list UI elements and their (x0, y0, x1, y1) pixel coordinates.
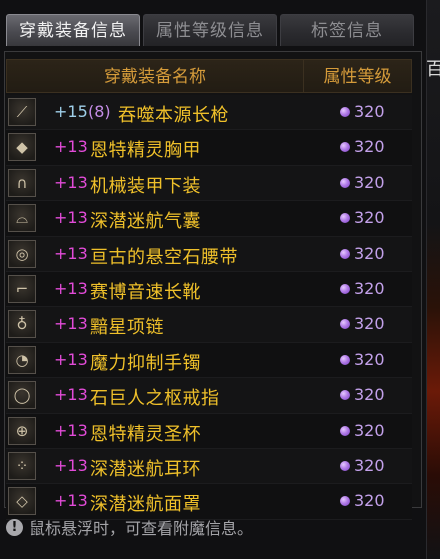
equipment-row[interactable]: ◎ +13 亘古的悬空石腰带 320 (6, 236, 412, 272)
equipment-row[interactable]: ◔ +13 魔力抑制手镯 320 (6, 342, 412, 379)
tab-bar: 穿戴装备信息 属性等级信息 标签信息 (6, 14, 414, 48)
item-name[interactable]: 机械装甲下装 (90, 172, 201, 198)
attribute-orb-icon (340, 319, 350, 330)
item-name[interactable]: 亘古的悬空石腰带 (90, 243, 238, 269)
sub-equipment-icon[interactable]: ⊕ (8, 416, 36, 445)
item-name[interactable]: 恩特精灵胸甲 (90, 136, 201, 162)
attribute-orb-icon (340, 425, 350, 436)
hint-footer: ! 鼠标悬浮时，可查看附魔信息。 (6, 514, 253, 540)
enchant-count: (8) (88, 102, 111, 121)
tab-attribute-level[interactable]: 属性等级信息 (143, 14, 277, 46)
attribute-orb-icon (340, 460, 350, 471)
info-icon: ! (6, 518, 23, 536)
attribute-orb-icon (340, 107, 350, 117)
attribute-orb-icon (340, 496, 350, 507)
enhance-level: +13 (54, 243, 88, 263)
attribute-orb-icon (340, 390, 350, 401)
equipment-row[interactable]: ⌓ +13 深潜迷航气囊 320 (6, 201, 412, 237)
equipment-row[interactable]: ⟋ +15 (8) 吞噬本源长枪 320 (6, 95, 412, 131)
item-name[interactable]: 深潜迷航面罩 (90, 490, 201, 516)
enhance-level: +13 (54, 385, 88, 405)
boots-icon[interactable]: ⌐ (8, 274, 36, 303)
attribute-level-value: 320 (354, 278, 385, 298)
enhance-level: +13 (54, 137, 88, 157)
enhance-level: +13 (54, 278, 88, 298)
item-name[interactable]: 恩特精灵圣杯 (90, 420, 201, 446)
ring-icon[interactable]: ◯ (8, 381, 36, 410)
attribute-orb-icon (340, 213, 350, 224)
column-header-level: 属性等级 (304, 59, 412, 93)
equipment-list: ⟋ +15 (8) 吞噬本源长枪 320 ◆ +13 恩特精灵胸甲 320 ∩ +13 机械装甲下装 3… (6, 95, 412, 520)
tab-worn-equipment[interactable]: 穿戴装备信息 (6, 14, 140, 46)
item-name[interactable]: 黯星项链 (90, 313, 164, 339)
item-name[interactable]: 魔力抑制手镯 (90, 349, 201, 375)
leg-armor-icon[interactable]: ∩ (8, 168, 36, 197)
attribute-orb-icon (340, 177, 350, 188)
enhance-level: +13 (54, 208, 88, 228)
attribute-level-value: 320 (354, 102, 385, 121)
attribute-level-value: 320 (354, 314, 385, 334)
enhance-level: +13 (54, 349, 88, 369)
enhance-level: +13 (54, 420, 88, 440)
equipment-row[interactable]: ⁘ +13 深潜迷航耳环 320 (6, 448, 412, 485)
earring-icon[interactable]: ⁘ (8, 451, 36, 480)
attribute-level-value: 320 (354, 420, 385, 440)
table-header: 穿戴装备名称 属性等级 (6, 59, 412, 93)
equipment-row[interactable]: ◆ +13 恩特精灵胸甲 320 (6, 130, 412, 166)
sword-icon[interactable]: ⟋ (8, 98, 36, 126)
attribute-level-value: 320 (354, 137, 385, 157)
equipment-row[interactable]: ◯ +13 石巨人之枢戒指 320 (6, 378, 412, 414)
item-name[interactable]: 深潜迷航气囊 (90, 207, 201, 233)
attribute-level-value: 320 (354, 243, 385, 263)
attribute-level-value: 320 (354, 349, 385, 369)
attribute-orb-icon (340, 248, 350, 259)
hint-text: 鼠标悬浮时，可查看附魔信息。 (29, 519, 254, 538)
chest-armor-icon[interactable]: ◆ (8, 133, 36, 162)
tab-tags[interactable]: 标签信息 (280, 14, 414, 46)
enhance-level: +13 (54, 314, 88, 334)
item-name[interactable]: 石巨人之枢戒指 (90, 384, 220, 410)
enhance-level: +15 (54, 102, 88, 121)
belt-icon[interactable]: ◎ (8, 239, 36, 268)
attribute-orb-icon (340, 354, 350, 365)
attribute-orb-icon (340, 142, 350, 153)
shoulder-icon[interactable]: ⌓ (8, 204, 36, 233)
equipment-info-panel: 穿戴装备信息 属性等级信息 标签信息 穿戴装备名称 属性等级 ⟋ +15 (8) 吞噬… (0, 0, 427, 559)
enhance-level: +13 (54, 172, 88, 192)
bracelet-icon[interactable]: ◔ (8, 345, 36, 374)
attribute-level-value: 320 (354, 172, 385, 192)
attribute-orb-icon (340, 283, 350, 294)
enhance-level: +13 (54, 455, 88, 475)
item-name[interactable]: 深潜迷航耳环 (90, 455, 201, 481)
equipment-row[interactable]: ⌐ +13 赛博音速长靴 320 (6, 271, 412, 308)
item-name[interactable]: 吞噬本源长枪 (118, 101, 229, 127)
attribute-level-value: 320 (354, 491, 385, 511)
column-header-name: 穿戴装备名称 (6, 59, 304, 93)
equipment-row[interactable]: ⊕ +13 恩特精灵圣杯 320 (6, 413, 412, 449)
equipment-row[interactable]: ∩ +13 机械装甲下装 320 (6, 165, 412, 202)
magic-stone-icon[interactable]: ◇ (8, 487, 36, 516)
attribute-level-value: 320 (354, 385, 385, 405)
item-name[interactable]: 赛博音速长靴 (90, 278, 201, 304)
enhance-level: +13 (54, 491, 88, 511)
background-fragment: 百 (426, 59, 440, 80)
necklace-icon[interactable]: ♁ (8, 310, 36, 339)
attribute-level-value: 320 (354, 455, 385, 475)
equipment-row[interactable]: ♁ +13 黯星项链 320 (6, 307, 412, 343)
attribute-level-value: 320 (354, 208, 385, 228)
